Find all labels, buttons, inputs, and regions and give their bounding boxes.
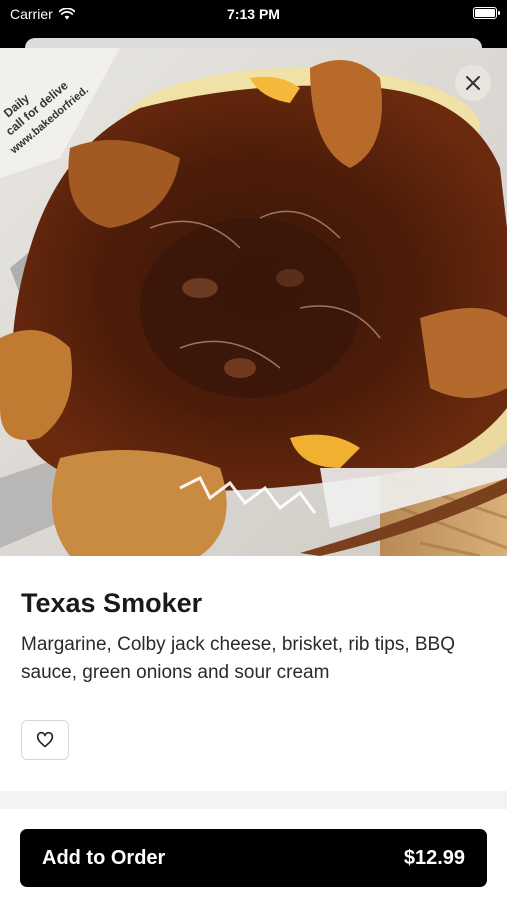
close-icon [466, 76, 480, 90]
item-photo: Daily call for delive www.bakedorfried. [0, 48, 507, 556]
item-price: $12.99 [403, 847, 465, 869]
item-description: Margarine, Colby jack cheese, brisket, r… [21, 634, 456, 683]
section-divider [0, 791, 507, 809]
status-time: 7:13 PM [227, 6, 280, 22]
add-to-order-label: Add to Order [42, 847, 166, 869]
close-button[interactable] [455, 65, 491, 101]
item-detail-sheet: Daily call for delive www.bakedorfried. [0, 48, 507, 900]
battery-icon [473, 7, 500, 19]
favorite-button[interactable] [21, 720, 69, 760]
heart-outline-icon [36, 732, 54, 748]
status-bar: Carrier 7:13 PM [0, 0, 507, 30]
add-to-order-button[interactable]: Add to Order $12.99 [20, 829, 487, 887]
order-footer: Add to Order $12.99 [0, 809, 507, 900]
food-photo-illustration: Daily call for delive www.bakedorfried. [0, 48, 507, 556]
item-title: Texas Smoker [21, 588, 203, 618]
